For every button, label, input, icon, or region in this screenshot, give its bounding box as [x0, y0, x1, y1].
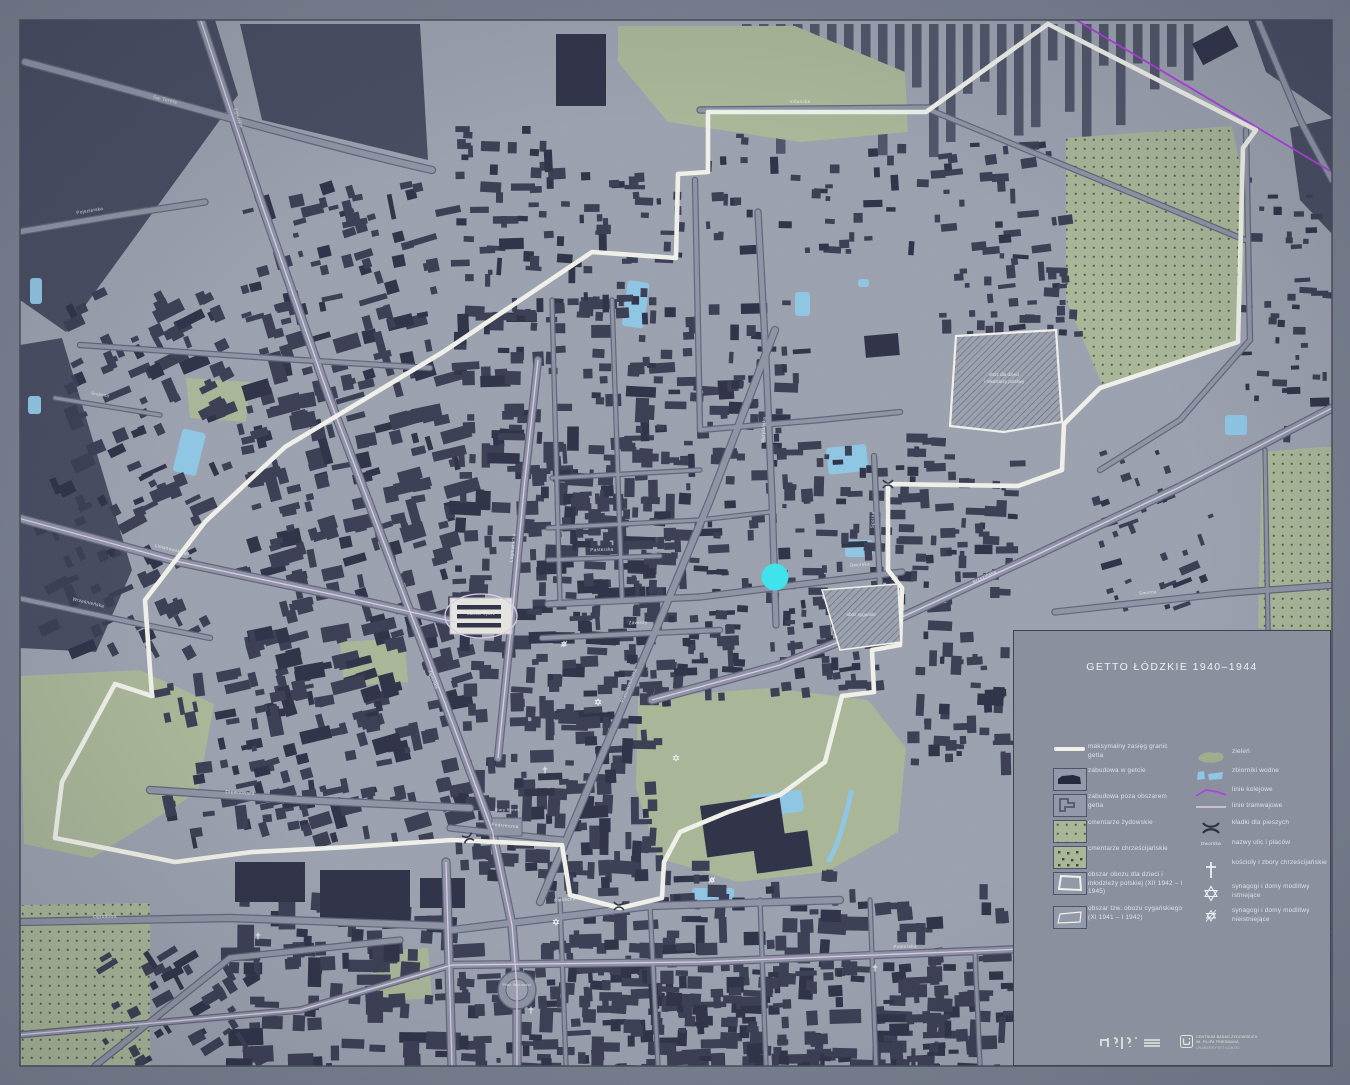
partner-line-1: CENTRUM BADAŃ ŻYDOWSKICH — [1196, 1035, 1258, 1039]
greenery-swatch — [1190, 749, 1232, 765]
church-cross-icon — [1190, 860, 1232, 880]
water-swatch — [1190, 768, 1232, 782]
star-of-david-crossed-icon — [1190, 908, 1232, 924]
hebrew-lettering-logo — [1100, 1037, 1137, 1049]
footbridge-icon — [1190, 820, 1232, 836]
map-title: GETTO ŁÓDZKIE 1940–1944 — [1086, 661, 1258, 673]
legend-panel: GETTO ŁÓDZKIE 1940–1944 maksymalny zasię… — [1013, 630, 1331, 1066]
buildings-outside-swatch — [1052, 794, 1088, 817]
tramway-swatch — [1190, 803, 1232, 811]
legend-item-synagogues-former: synagogi i domy modlitwy nieistniejące — [1190, 907, 1328, 924]
legend-item-ghetto-boundary: maksymalny zasięg granic getta — [1052, 743, 1184, 760]
partner-line-2: IM. FILIPA FRIEDMANA — [1196, 1040, 1239, 1045]
map-viewer: obóz dla dzieci i młodzieży polskiej obóz … — [0, 0, 1350, 1085]
legend-item-christian-cemeteries: cmentarze chrześcijańskie — [1052, 845, 1168, 869]
christian-cemeteries-swatch — [1052, 846, 1088, 869]
legend-item-buildings-outside: zabudowa poza obszarem getta — [1052, 793, 1184, 817]
project-logo — [1098, 1034, 1160, 1052]
legend-item-greenery: zieleń — [1190, 748, 1250, 765]
legend-item-railways: linie kolejowe — [1190, 786, 1273, 799]
legend-item-churches: kościoły i zbory chrześcijańskie — [1190, 859, 1327, 880]
legend-item-gypsy-camp: obszar tzw. obozu cygańskiego (XI 1941 –… — [1052, 905, 1184, 929]
legend-item-buildings-in-ghetto: zabudowa w getcie — [1052, 767, 1146, 791]
gypsy-camp-swatch — [1052, 906, 1088, 929]
buildings-in-ghetto-swatch — [1052, 768, 1088, 791]
legend-item-water: zbiorniki wodne — [1190, 767, 1279, 782]
star-of-david-icon — [1190, 884, 1232, 902]
railway-swatch — [1190, 787, 1232, 799]
logo-caption-lines — [1144, 1038, 1160, 1049]
university-icon — [1180, 1035, 1193, 1048]
jewish-cemeteries-swatch — [1052, 820, 1088, 843]
street-name-sample: Dworska — [1201, 841, 1221, 846]
legend-item-synagogues-existing: synagogi i domy modlitwy istniejące — [1190, 883, 1328, 902]
legend-item-jewish-cemeteries: cmentarze żydowskie — [1052, 819, 1153, 843]
legend-credits: CENTRUM BADAŃ ŻYDOWSKICH IM. FILIPA FRIE… — [1014, 1031, 1330, 1061]
legend-item-children-camp: obszar obozu dla dzieci i młodzieży pols… — [1052, 871, 1184, 897]
partner-line-3: UNIWERSYTET ŁÓDZKI — [1196, 1045, 1240, 1050]
legend-item-street-names: Dworska nazwy ulic i placów — [1190, 839, 1290, 848]
legend-item-footbridges: kładki dla pieszych — [1190, 819, 1289, 836]
university-logo: CENTRUM BADAŃ ŻYDOWSKICH IM. FILIPA FRIE… — [1180, 1035, 1258, 1051]
ghetto-boundary-swatch — [1052, 744, 1088, 754]
children-camp-swatch — [1052, 872, 1088, 895]
legend-item-tramways: linie tramwajowe — [1190, 802, 1282, 811]
